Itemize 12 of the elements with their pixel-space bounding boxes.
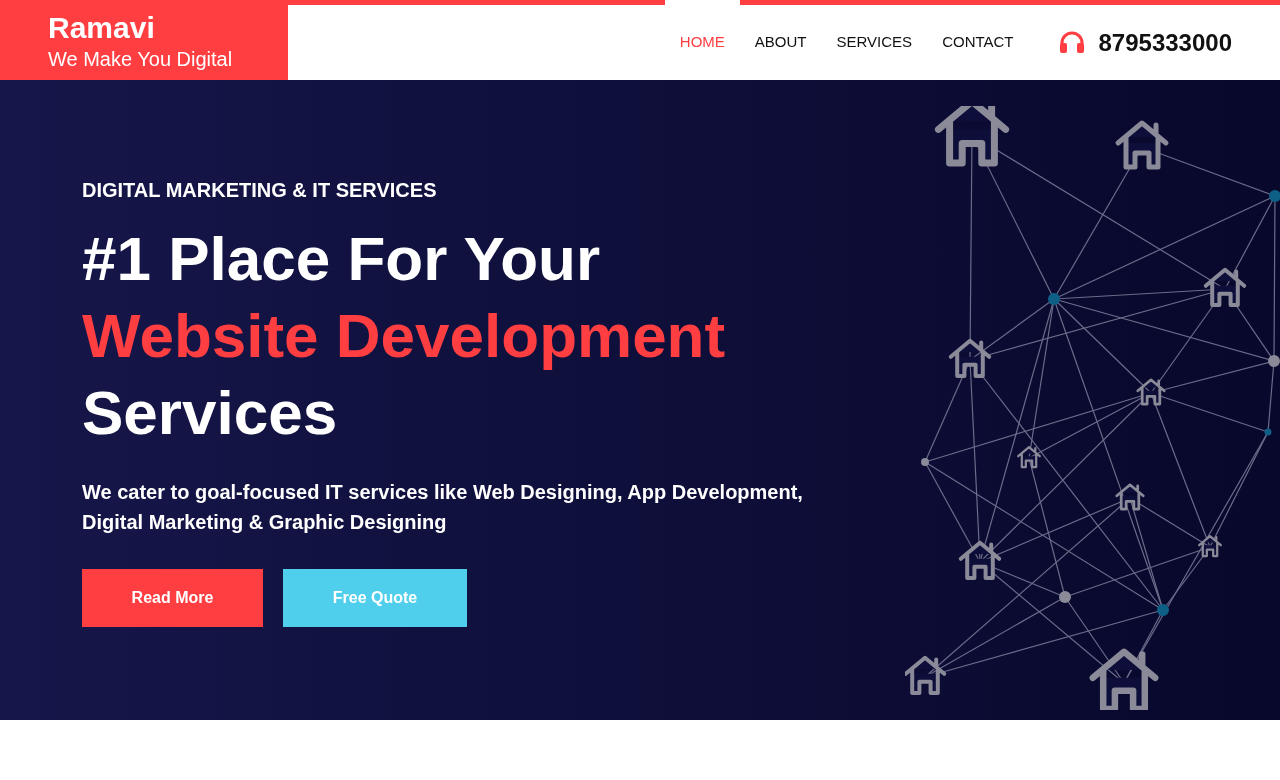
hero-eyebrow: DIGITAL MARKETING & IT SERVICES bbox=[82, 178, 438, 202]
nav-link[interactable]: ABOUT bbox=[739, 5, 822, 80]
hero-heading: #1 Place For Your bbox=[82, 223, 602, 295]
hero-heading-highlight: Website Development bbox=[82, 300, 727, 372]
brand-tagline: We Make You Digital bbox=[48, 47, 234, 72]
nav-link[interactable]: SERVICES bbox=[821, 5, 928, 80]
hero-heading: Services bbox=[82, 377, 339, 449]
phone-number[interactable]: 8795333000 bbox=[1098, 24, 1232, 61]
headset-icon bbox=[1058, 30, 1085, 55]
brand-name: Ramavi bbox=[48, 10, 156, 46]
nav-link[interactable]: CONTACT bbox=[927, 5, 1029, 80]
hero-description: We cater to goal-focused IT services like Web Designing, App Development, Digital Marketing & Graphic Designing bbox=[82, 480, 804, 535]
